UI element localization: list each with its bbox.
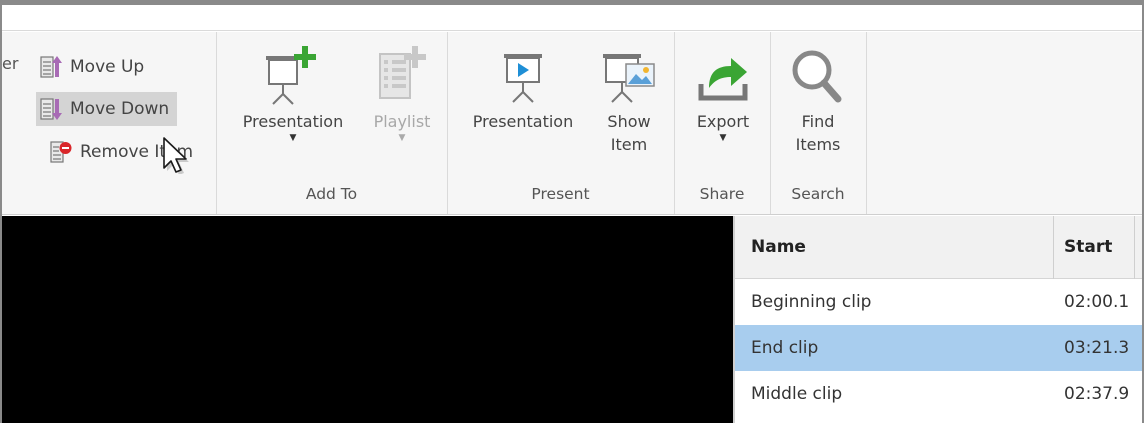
- video-preview[interactable]: [2, 216, 733, 423]
- clip-start: 02:37.9: [1064, 384, 1130, 404]
- show-item-label-line1: Show: [607, 112, 651, 131]
- present-presentation-label: Presentation: [472, 112, 574, 131]
- clip-name: Beginning clip: [751, 292, 872, 312]
- add-to-presentation-button[interactable]: Presentation ▼: [230, 46, 356, 143]
- column-header-name[interactable]: Name: [751, 216, 806, 279]
- column-header-start[interactable]: Start: [1064, 216, 1112, 279]
- truncated-label: er: [2, 54, 19, 73]
- export-button[interactable]: Export ▼: [684, 46, 762, 143]
- group-label-search: Search: [791, 185, 845, 203]
- move-down-button[interactable]: Move Down: [36, 92, 178, 126]
- move-up-label: Move Up: [70, 57, 145, 77]
- presentation-screen-icon: [460, 46, 586, 110]
- table-row[interactable]: Middle clip 02:37.9: [735, 371, 1142, 417]
- dropdown-arrow-icon: ▼: [289, 133, 297, 143]
- show-item-label-line2: Item: [610, 135, 648, 154]
- table-row-selected[interactable]: End clip 03:21.3: [735, 325, 1142, 371]
- magnifier-icon: [774, 46, 862, 110]
- group-label-share: Share: [699, 185, 745, 203]
- table-row[interactable]: Beginning clip 02:00.1: [735, 279, 1142, 325]
- add-presentation-icon: [230, 46, 356, 110]
- grid-header: Name Start: [735, 216, 1142, 279]
- remove-item-icon: [50, 140, 72, 164]
- clip-name: End clip: [751, 338, 819, 358]
- find-items-button[interactable]: Find Items: [774, 46, 862, 156]
- move-up-icon: [40, 55, 62, 79]
- clip-start: 02:00.1: [1064, 292, 1130, 312]
- move-down-label: Move Down: [70, 99, 170, 119]
- add-playlist-icon: [366, 46, 438, 110]
- mouse-cursor-icon: [163, 137, 189, 174]
- export-label: Export: [696, 112, 750, 131]
- show-item-button[interactable]: Show Item: [592, 46, 666, 156]
- find-items-label-line2: Items: [795, 135, 841, 154]
- clip-name: Middle clip: [751, 384, 843, 404]
- clip-start: 03:21.3: [1064, 338, 1130, 358]
- show-item-icon: [592, 46, 666, 110]
- clip-grid: Name Start Beginning clip 02:00.1 End cl…: [733, 216, 1142, 423]
- column-divider[interactable]: [1053, 216, 1054, 279]
- export-icon: [684, 46, 762, 110]
- title-strip: [2, 5, 1142, 31]
- group-label-present: Present: [531, 185, 590, 203]
- dropdown-arrow-icon: ▼: [719, 133, 727, 143]
- app-window: er Move Up Move Down Remove Item Present…: [0, 0, 1144, 423]
- move-down-icon: [40, 97, 62, 121]
- present-presentation-button[interactable]: Presentation: [460, 46, 586, 133]
- add-to-playlist-button[interactable]: Playlist ▼: [366, 46, 438, 143]
- add-presentation-label: Presentation: [242, 112, 344, 131]
- group-separator: [866, 32, 867, 214]
- move-up-button[interactable]: Move Up: [36, 50, 152, 84]
- find-items-label-line1: Find: [801, 112, 835, 131]
- dropdown-arrow-icon: ▼: [398, 133, 406, 143]
- column-divider[interactable]: [1134, 216, 1135, 279]
- group-label-add-to: Add To: [305, 185, 358, 203]
- ribbon: er Move Up Move Down Remove Item Present…: [2, 32, 1142, 215]
- add-playlist-label: Playlist: [373, 112, 431, 131]
